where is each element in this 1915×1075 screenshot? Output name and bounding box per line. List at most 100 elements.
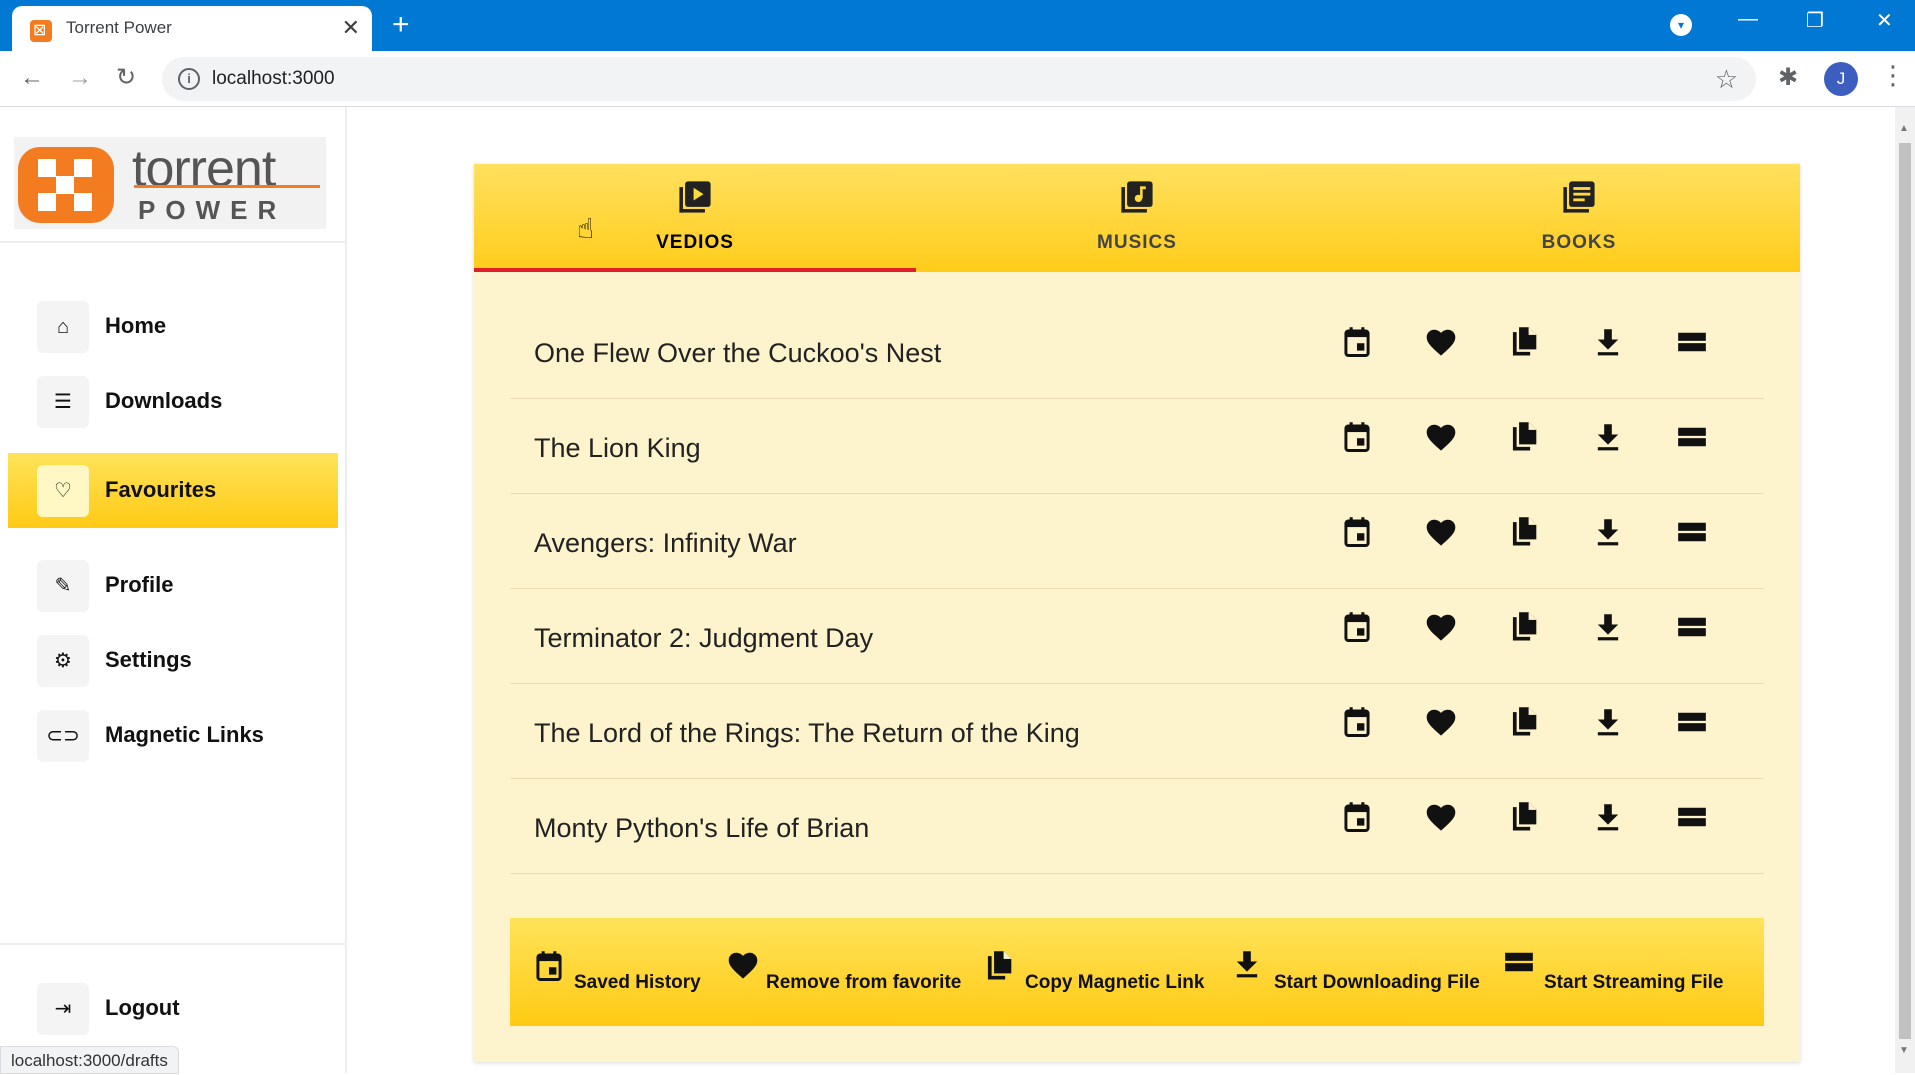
copy-button[interactable] (1504, 704, 1544, 744)
heart-button[interactable] (1421, 419, 1461, 459)
new-tab-button[interactable]: + (392, 10, 410, 40)
stream-icon (1677, 805, 1707, 834)
browser-tab[interactable]: Torrent Power ✕ (12, 6, 372, 51)
back-icon[interactable]: ← (20, 63, 44, 93)
tab-label: BOOKS (1541, 232, 1617, 253)
stream-button[interactable] (1672, 514, 1712, 554)
download-button[interactable] (1588, 514, 1628, 554)
profile-avatar[interactable]: J (1824, 62, 1858, 96)
calendar-button[interactable] (1337, 324, 1377, 364)
copy-icon (1510, 326, 1538, 363)
copy-button[interactable] (1504, 514, 1544, 554)
logo-word: torrent (132, 140, 276, 198)
sidebar-item-label: Home (105, 313, 167, 338)
browser-titlebar: Torrent Power ✕ + ▾ — ❐ ✕ (0, 0, 1915, 51)
legend-label: Start Downloading File (1274, 972, 1480, 993)
stream-icon (1677, 425, 1707, 454)
forward-icon[interactable]: → (68, 63, 92, 93)
legend-label: Saved History (574, 972, 701, 993)
heart-button[interactable] (1421, 324, 1461, 364)
calendar-button[interactable] (1337, 799, 1377, 839)
sidebar-item-label: Profile (105, 572, 174, 597)
list-item: The Lion King (510, 399, 1764, 494)
list-item: Terminator 2: Judgment Day (510, 589, 1764, 684)
stream-button[interactable] (1672, 609, 1712, 649)
tab-vedios[interactable]: VEDIOS (474, 164, 916, 272)
sidebar-item-magnetic-links[interactable]: ⊂⊃ Magnetic Links (8, 698, 338, 773)
tab-title: Torrent Power (66, 18, 172, 37)
reload-icon[interactable]: ↻ (116, 63, 136, 93)
copy-button[interactable] (1504, 419, 1544, 459)
calendar-icon (1342, 706, 1372, 743)
list-item: The Lord of the Rings: The Return of the… (510, 684, 1764, 779)
close-window-icon[interactable]: ✕ (1876, 8, 1893, 33)
logo-mark (18, 147, 114, 223)
minimize-icon[interactable]: — (1738, 8, 1758, 31)
download-button[interactable] (1588, 419, 1628, 459)
tab-musics[interactable]: MUSICS (916, 164, 1358, 272)
download-icon (1595, 803, 1621, 836)
extensions-icon[interactable]: ✱ (1778, 63, 1798, 92)
sidebar-item-home[interactable]: ⌂ Home (8, 289, 338, 364)
tab-books[interactable]: BOOKS (1358, 164, 1800, 272)
calendar-icon (1342, 421, 1372, 458)
action-legend: Saved History Remove from favorite Copy Ma… (510, 918, 1764, 1026)
copy-button[interactable] (1504, 799, 1544, 839)
home-icon: ⌂ (37, 301, 89, 353)
stream-button[interactable] (1672, 704, 1712, 744)
sidebar-item-downloads[interactable]: ☰ Downloads (8, 364, 338, 439)
copy-button[interactable] (1504, 324, 1544, 364)
address-bar[interactable]: i localhost:3000 ☆ (162, 57, 1756, 101)
download-button[interactable] (1588, 799, 1628, 839)
heart-button[interactable] (1421, 514, 1461, 554)
heart-icon (1424, 422, 1458, 457)
heart-button[interactable] (1421, 704, 1461, 744)
tab-search-icon[interactable]: ▾ (1670, 14, 1692, 36)
legend-label: Copy Magnetic Link (1025, 972, 1205, 993)
browser-menu-icon[interactable]: ⋮ (1880, 60, 1906, 91)
page-scrollbar[interactable]: ▲ ▼ (1895, 107, 1915, 1073)
sidebar-item-label: Downloads (105, 388, 223, 413)
sidebar-item-profile[interactable]: ✎ Profile (8, 548, 338, 623)
calendar-button[interactable] (1337, 609, 1377, 649)
download-button[interactable] (1588, 704, 1628, 744)
stream-button[interactable] (1672, 419, 1712, 459)
item-title: The Lion King (534, 433, 701, 463)
stream-button[interactable] (1672, 799, 1712, 839)
heart-icon (1424, 707, 1458, 742)
download-button[interactable] (1588, 609, 1628, 649)
heart-button[interactable] (1421, 799, 1461, 839)
scroll-thumb[interactable] (1899, 143, 1911, 1039)
list-item: Avengers: Infinity War (510, 494, 1764, 589)
legend-label: Start Streaming File (1544, 972, 1724, 993)
calendar-button[interactable] (1337, 704, 1377, 744)
copy-icon (985, 950, 1021, 986)
heart-button[interactable] (1421, 609, 1461, 649)
sidebar-item-settings[interactable]: ⚙ Settings (8, 623, 338, 698)
item-title: Avengers: Infinity War (534, 528, 797, 558)
restore-icon[interactable]: ❐ (1806, 8, 1824, 33)
tab-close-icon[interactable]: ✕ (342, 16, 360, 40)
sidebar-item-label: Magnetic Links (105, 722, 264, 747)
calendar-button[interactable] (1337, 514, 1377, 554)
sidebar: torrent POWER ⌂ Home ☰ Downloads ♡ Favourites… (0, 107, 347, 1073)
stream-icon (1677, 615, 1707, 644)
favicon-icon (30, 20, 52, 42)
stream-button[interactable] (1672, 324, 1712, 364)
logout-button[interactable]: ⇥ Logout (8, 971, 338, 1046)
calendar-button[interactable] (1337, 419, 1377, 459)
download-button[interactable] (1588, 324, 1628, 364)
logout-icon: ⇥ (37, 983, 89, 1035)
download-icon (1595, 518, 1621, 551)
site-info-icon[interactable]: i (178, 68, 200, 90)
logo-sub: POWER (138, 195, 287, 225)
url-text[interactable]: localhost:3000 (212, 68, 335, 90)
item-title: Monty Python's Life of Brian (534, 813, 870, 843)
heart-icon (1424, 802, 1458, 837)
copy-button[interactable] (1504, 609, 1544, 649)
heart-icon (726, 950, 762, 986)
bookmark-star-icon[interactable]: ☆ (1715, 64, 1738, 95)
sidebar-item-favourites[interactable]: ♡ Favourites (8, 453, 338, 528)
item-title: One Flew Over the Cuckoo's Nest (534, 338, 942, 368)
download-icon (1595, 613, 1621, 646)
